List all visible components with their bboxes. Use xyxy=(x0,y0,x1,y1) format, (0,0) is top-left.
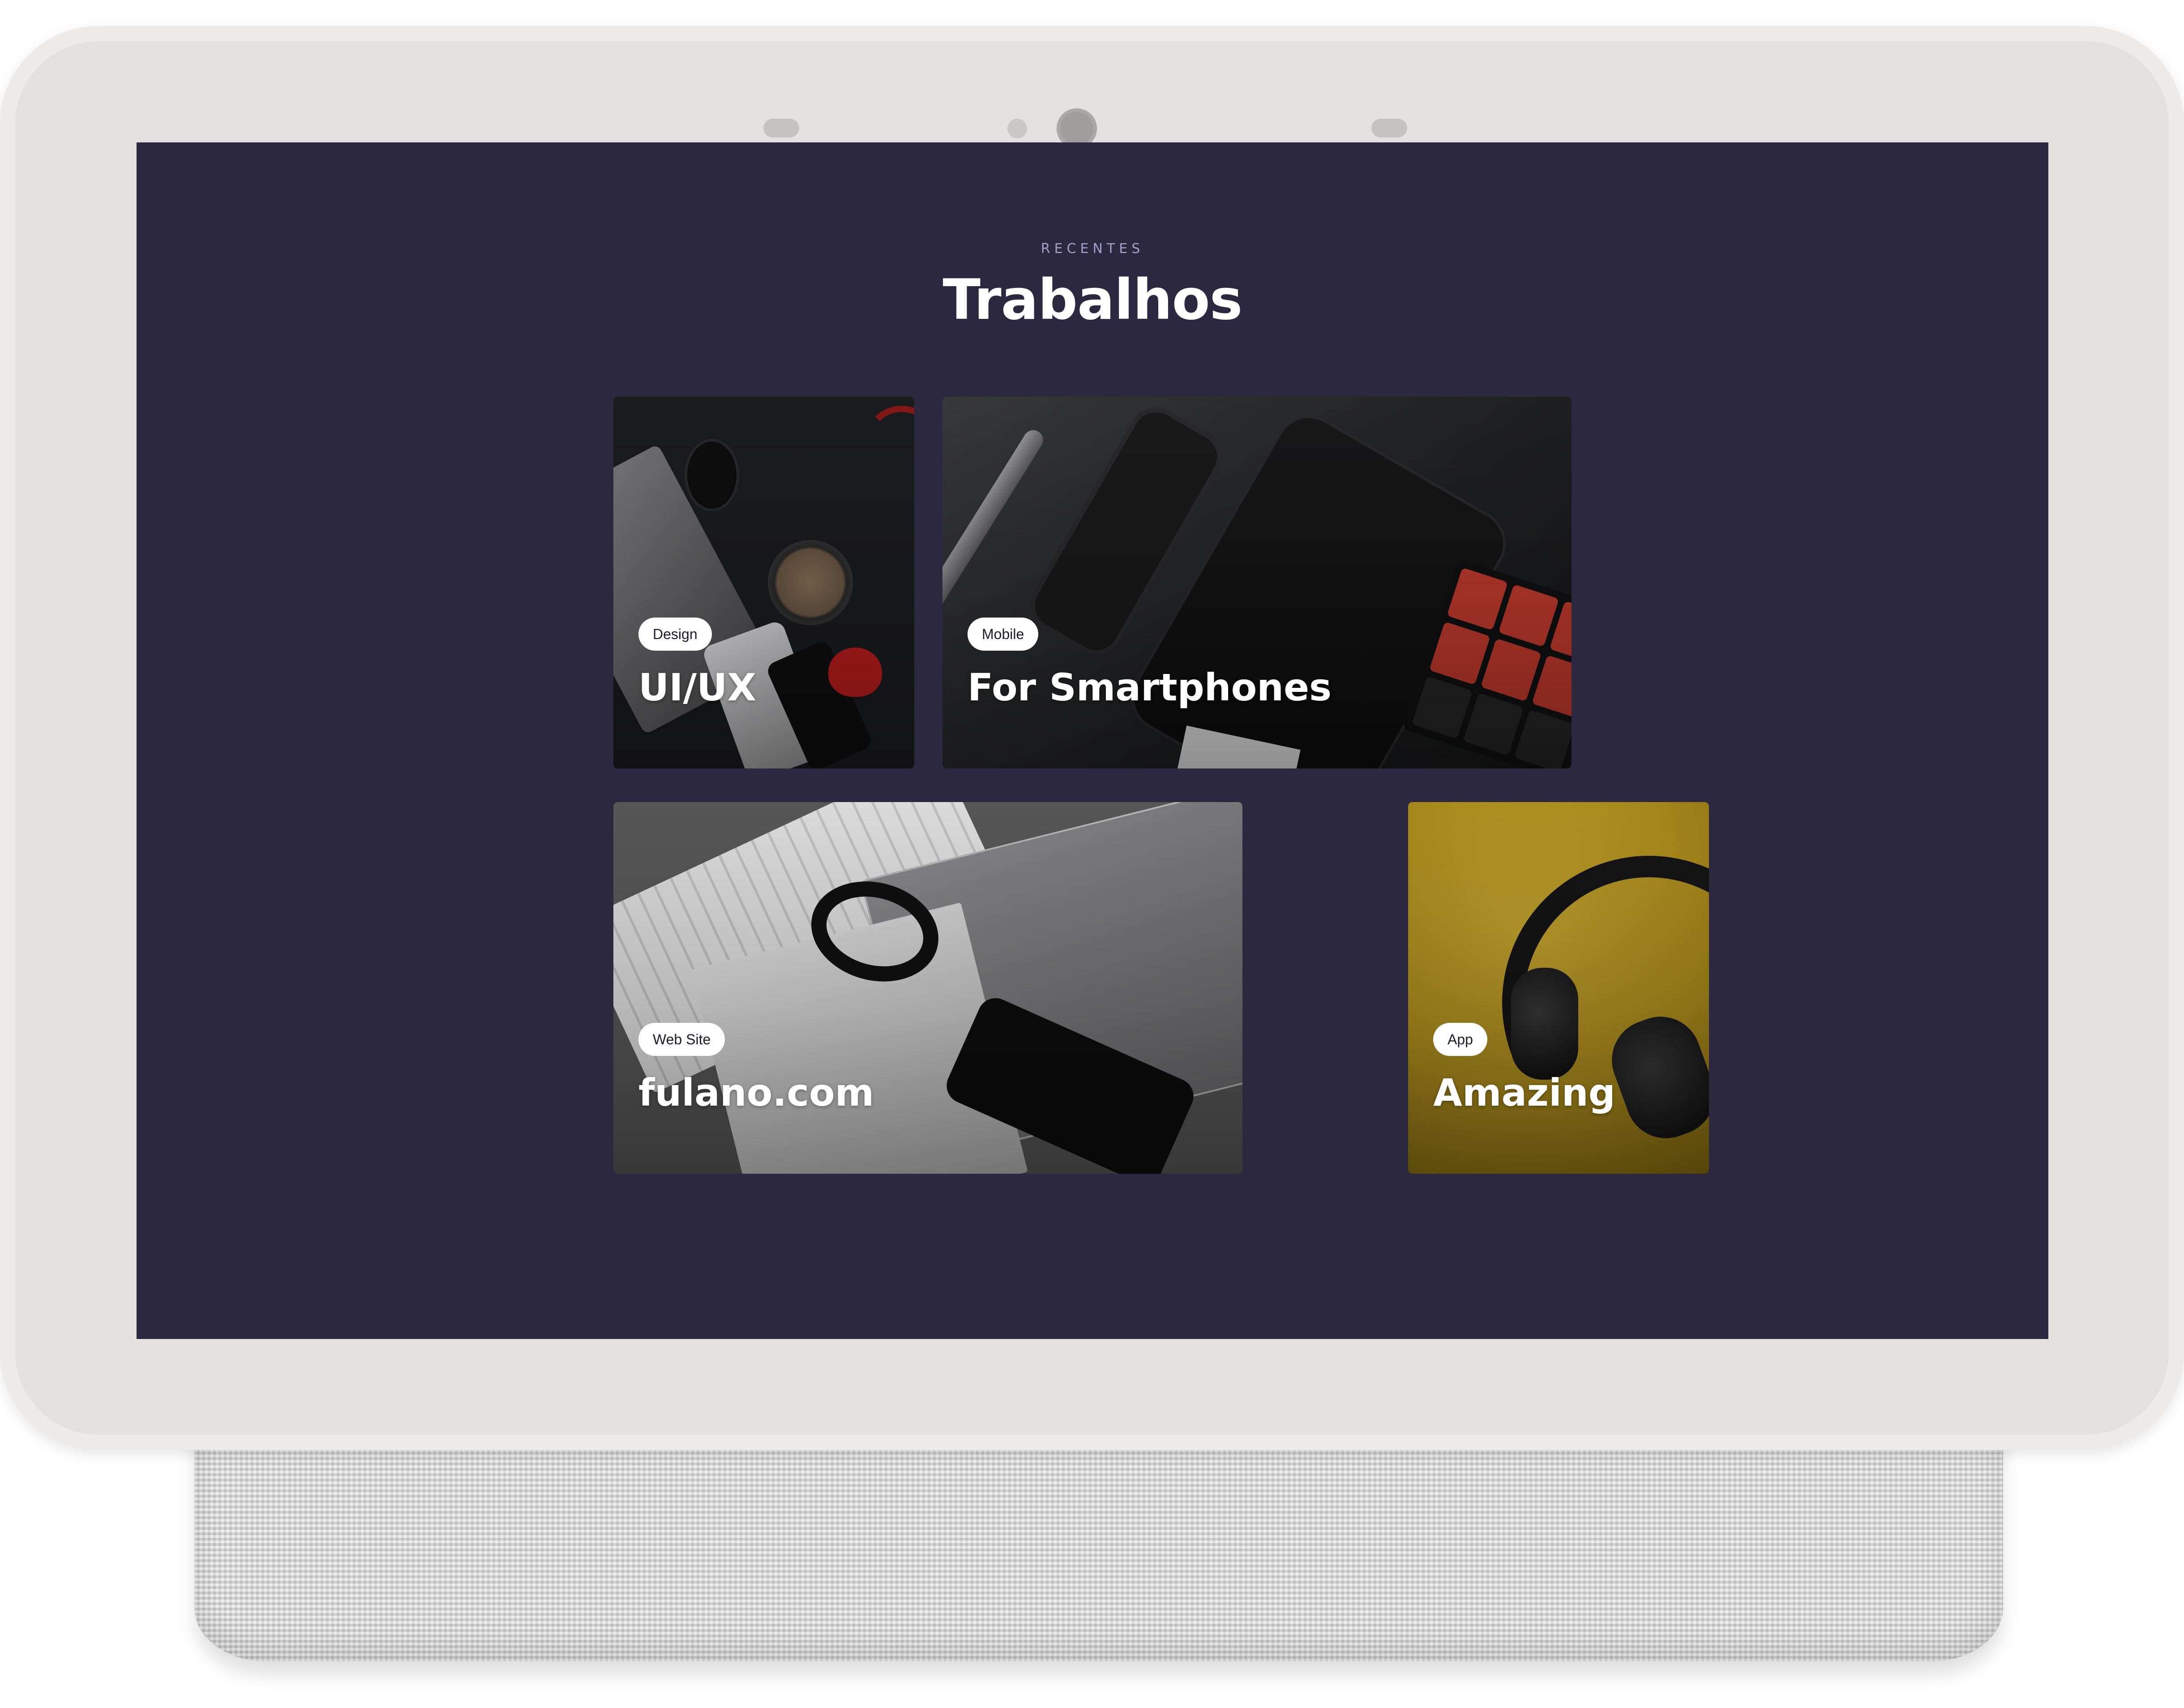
project-card-uiux[interactable]: Design UI/UX xyxy=(613,397,914,768)
project-card-smartphones[interactable]: Mobile For Smartphones xyxy=(942,397,1572,768)
project-title: For Smartphones xyxy=(968,665,1332,709)
project-card-amazing[interactable]: App Amazing xyxy=(1408,802,1709,1174)
project-tag: Mobile xyxy=(968,618,1039,651)
project-card-website[interactable]: Web Site fulano.com xyxy=(613,802,1242,1174)
project-title: fulano.com xyxy=(638,1071,874,1115)
light-sensor-icon xyxy=(1007,119,1027,138)
speaker-base xyxy=(194,1420,2003,1661)
image-overlay xyxy=(1408,802,1709,1174)
device-mockup: RECENTES Trabalhos Design UI/UX Mobile F… xyxy=(0,0,2184,1708)
image-overlay xyxy=(613,802,1242,1174)
device-screen: RECENTES Trabalhos Design UI/UX Mobile F… xyxy=(137,142,2048,1339)
project-title: UI/UX xyxy=(638,665,757,709)
project-title: Amazing xyxy=(1433,1071,1615,1115)
section-eyebrow: RECENTES xyxy=(1041,241,1144,257)
project-tag: App xyxy=(1433,1023,1487,1056)
image-overlay xyxy=(942,397,1572,768)
microphone-icon xyxy=(763,119,799,137)
microphone-icon xyxy=(1371,119,1407,137)
project-tag: Design xyxy=(638,618,712,651)
image-overlay xyxy=(613,397,914,768)
project-tag: Web Site xyxy=(638,1023,725,1056)
section-title: Trabalhos xyxy=(942,268,1242,332)
